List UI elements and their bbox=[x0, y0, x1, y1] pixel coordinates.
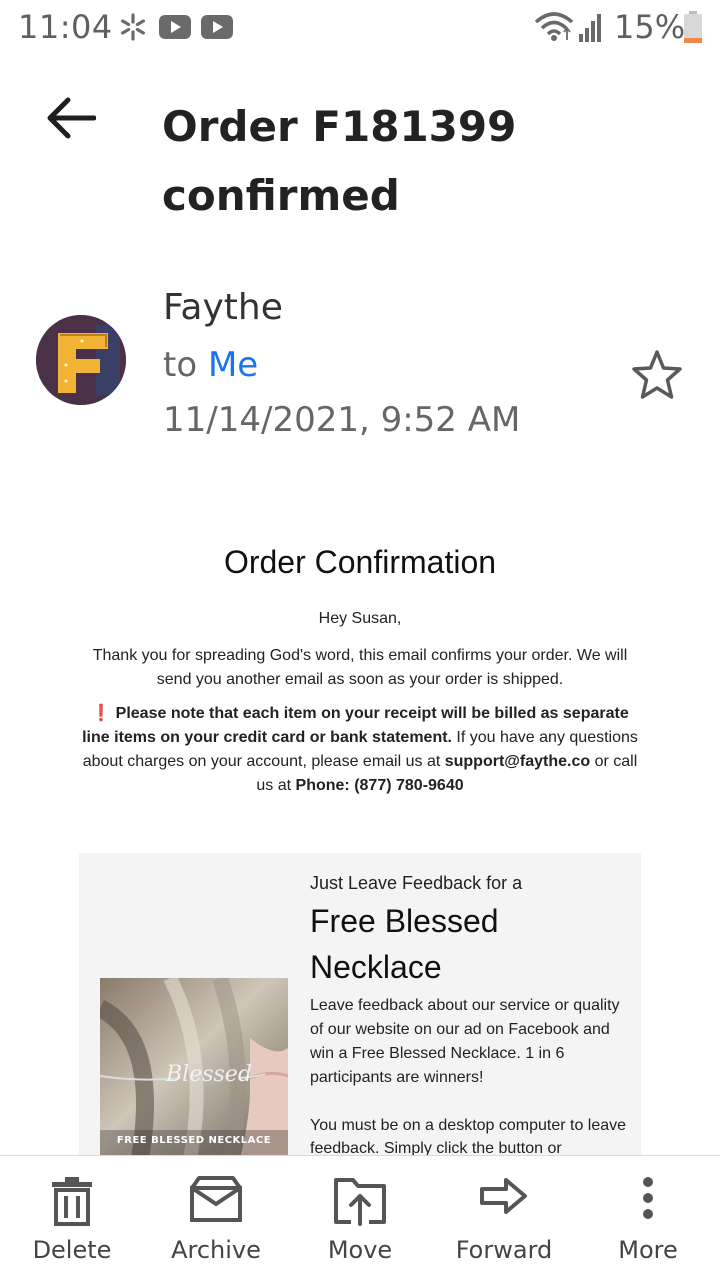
faythe-logo-icon bbox=[36, 315, 126, 405]
youtube-icon bbox=[159, 15, 191, 39]
email-datetime: 11/14/2021, 9:52 AM bbox=[163, 400, 521, 440]
sender-name: Faythe bbox=[163, 287, 283, 328]
promo-description-2: You must be on a desktop computer to lea… bbox=[310, 1117, 627, 1157]
youtube-icon bbox=[201, 15, 233, 39]
status-time: 11:04 bbox=[18, 8, 113, 46]
necklace-image-caption: FREE BLESSED NECKLACE bbox=[116, 1135, 272, 1146]
to-label: to bbox=[163, 345, 198, 385]
move-icon bbox=[334, 1178, 386, 1226]
promo-description: Leave feedback about our service or qual… bbox=[310, 997, 620, 1086]
move-label: Move bbox=[327, 1236, 393, 1264]
walmart-spark-icon bbox=[120, 13, 145, 41]
back-button[interactable] bbox=[40, 92, 100, 144]
promo-box: Blessed FREE BLESSED NECKLACE Just Leave… bbox=[79, 853, 641, 1163]
archive-button[interactable]: Archive bbox=[144, 1156, 288, 1280]
necklace-image[interactable]: Blessed FREE BLESSED NECKLACE bbox=[100, 978, 288, 1158]
support-phone[interactable]: Phone: (877) 780-9640 bbox=[296, 777, 464, 794]
wifi-icon bbox=[534, 12, 574, 41]
exclamation-icon: ❗ bbox=[91, 705, 112, 722]
star-outline-icon bbox=[632, 350, 682, 399]
confirmation-paragraph: Thank you for spreading God's word, this… bbox=[92, 647, 628, 688]
signal-icon bbox=[579, 14, 601, 42]
promo-kicker: Just Leave Feedback for a bbox=[310, 873, 523, 893]
email-body-title: Order Confirmation bbox=[223, 544, 497, 580]
email-subject: Order F181399 confirmed bbox=[162, 102, 517, 220]
status-bar: 11:04 15% bbox=[0, 0, 720, 56]
promo-text-block: Just Leave Feedback for a Free Blessed N… bbox=[310, 873, 630, 1160]
avatar[interactable] bbox=[36, 315, 126, 405]
billing-note-paragraph: ❗ Please note that each item on your rec… bbox=[80, 702, 640, 798]
forward-icon bbox=[480, 1178, 527, 1214]
more-label: More bbox=[618, 1236, 678, 1264]
recipient-link[interactable]: Me bbox=[208, 345, 258, 385]
arrow-left-icon bbox=[47, 97, 96, 139]
trash-icon bbox=[52, 1177, 92, 1226]
delete-label: Delete bbox=[32, 1236, 112, 1264]
archive-icon bbox=[190, 1176, 242, 1222]
star-button[interactable] bbox=[628, 348, 686, 404]
recipient-line: to Me bbox=[163, 345, 258, 385]
bottom-action-bar: Delete Archive Move Forward More bbox=[0, 1155, 720, 1280]
forward-button[interactable]: Forward bbox=[432, 1156, 576, 1280]
support-email-link[interactable]: support@faythe.co bbox=[445, 753, 590, 770]
move-button[interactable]: Move bbox=[288, 1156, 432, 1280]
archive-label: Archive bbox=[171, 1236, 261, 1264]
necklace-script-text: Blessed bbox=[166, 1062, 252, 1087]
more-button[interactable]: More bbox=[576, 1156, 720, 1280]
more-vertical-icon bbox=[643, 1177, 653, 1219]
battery-icon bbox=[684, 11, 702, 43]
promo-headline: Free Blessed Necklace bbox=[310, 903, 499, 985]
forward-label: Forward bbox=[455, 1236, 553, 1264]
delete-button[interactable]: Delete bbox=[0, 1156, 144, 1280]
battery-percentage: 15% bbox=[614, 8, 686, 46]
email-greeting: Hey Susan, bbox=[318, 610, 402, 627]
